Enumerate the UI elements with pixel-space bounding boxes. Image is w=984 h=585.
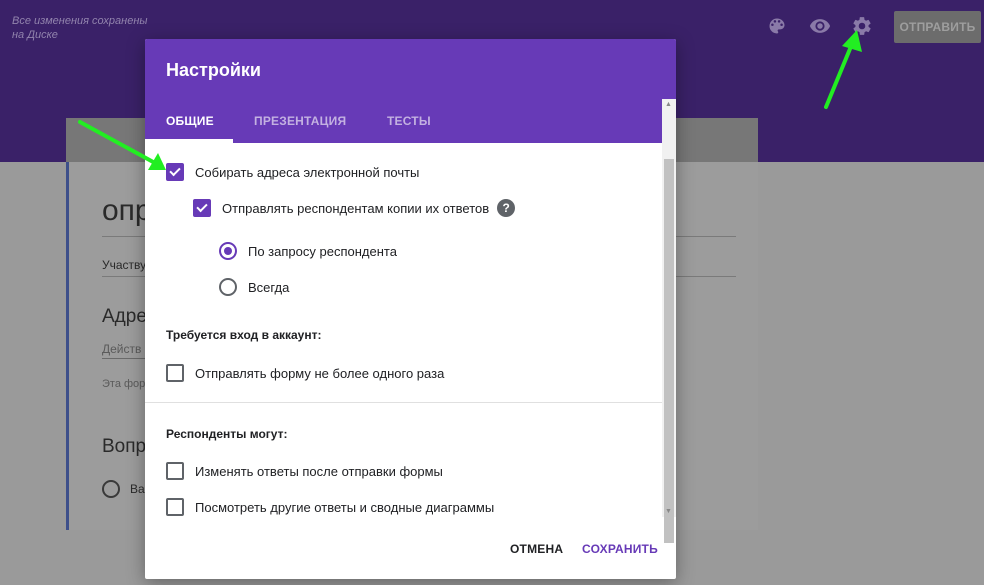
annotation-arrows [78,30,862,170]
arrow-to-gear-icon [824,30,862,109]
arrow-to-collect-emails-checkbox [78,120,166,170]
